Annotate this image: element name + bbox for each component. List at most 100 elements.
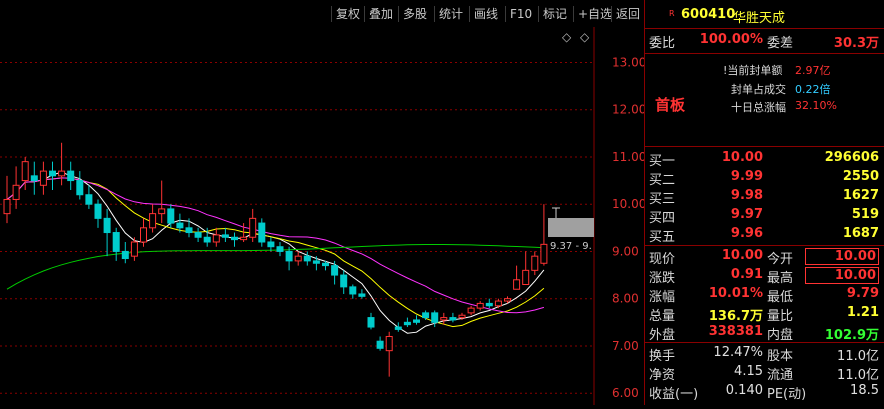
multi-stock-button[interactable]: 多股: [398, 6, 431, 22]
candle-down: [449, 317, 457, 321]
fund-label: 换手: [649, 349, 676, 364]
back-button[interactable]: 返回: [611, 6, 644, 22]
seal-value: 2.97亿: [795, 64, 831, 77]
price-tick-label: 11.00: [612, 150, 644, 164]
bid-label: 买二: [649, 173, 676, 188]
candle-down: [203, 236, 211, 243]
candle-up: [522, 269, 530, 286]
quote-value: 10.00: [721, 248, 763, 263]
quote-label: 外盘: [649, 328, 676, 343]
candle-up: [540, 243, 548, 264]
candle-down: [403, 321, 411, 326]
candle-down: [340, 274, 348, 288]
candle-down: [394, 326, 402, 330]
candle-down: [167, 208, 175, 224]
kline-svg[interactable]: 13.00 12.00 11.00 10.00 9.00 8.00 7.00 6.00 ◇ ◇…: [0, 27, 646, 405]
candle-down: [76, 180, 84, 196]
candle-down: [176, 222, 184, 229]
quote-label: 量比: [767, 309, 794, 324]
bid-volume: 2550: [842, 169, 879, 184]
draw-line-button[interactable]: 画线: [469, 6, 502, 22]
divider: [645, 28, 884, 29]
add-watchlist-button[interactable]: +自选: [573, 6, 616, 22]
quote-value: 10.00: [805, 248, 879, 265]
stats-button[interactable]: 统计: [434, 6, 467, 22]
quote-value: 9.79: [846, 286, 879, 301]
quote-row: 涨幅 10.01% 最低 9.79: [645, 286, 884, 306]
fund-label: PE(动): [767, 387, 807, 402]
candle-up: [3, 198, 11, 215]
stock-code: 600410: [681, 7, 736, 22]
r-mark: R: [669, 9, 675, 18]
candle-up: [249, 217, 257, 238]
candle-up: [513, 279, 521, 290]
fund-value: 0.140: [725, 383, 763, 398]
divider: [645, 146, 884, 147]
price-tick-label: 13.00: [612, 55, 644, 69]
quote-row: 涨跌 0.91 最高 10.00: [645, 267, 884, 287]
kline-chart[interactable]: 13.00 12.00 11.00 10.00 9.00 8.00 7.00 6.00 ◇ ◇…: [0, 27, 646, 405]
diamond-icon[interactable]: ◇: [562, 30, 572, 44]
weibi-value: 100.00%: [699, 32, 763, 47]
quote-label: 最高: [767, 271, 794, 286]
crosshair-price-box: [548, 218, 594, 237]
candle-up: [212, 234, 220, 243]
seal-ratio-label: 封单占成交: [731, 83, 786, 96]
bid-volume: 1687: [842, 226, 879, 241]
diamond-icon-2[interactable]: ◇: [580, 30, 590, 44]
candle-down: [121, 250, 129, 260]
candle-up: [476, 302, 484, 309]
candle-down: [194, 232, 202, 238]
candle-down: [413, 319, 420, 323]
tenday-value: 32.10%: [795, 99, 837, 112]
limit-info: !当前封单额 2.97亿 封单占成交 0.22倍 十日总涨幅 32.10% 首板: [645, 62, 884, 142]
bid-price: 9.99: [730, 169, 763, 184]
fund-value: 4.15: [734, 364, 763, 379]
bid-volume: 519: [851, 207, 879, 222]
candle-down: [358, 293, 366, 297]
bid-volume: 296606: [824, 150, 879, 165]
fuquan-button[interactable]: 复权: [331, 6, 364, 22]
candle-up: [149, 213, 157, 229]
candle-up: [494, 300, 502, 307]
candle-down: [185, 227, 193, 234]
f10-button[interactable]: F10: [505, 6, 536, 22]
quote-label: 总量: [649, 309, 676, 324]
candle-down: [267, 241, 275, 248]
overlay-button[interactable]: 叠加: [364, 6, 397, 22]
mark-button[interactable]: 标记: [538, 6, 571, 22]
divider: [645, 245, 884, 246]
range-label: 9.37 - 9.: [550, 241, 592, 252]
bid-label: 买五: [649, 230, 676, 245]
candle-down: [221, 234, 229, 238]
candle-up: [130, 241, 138, 257]
stock-name: 华胜天成: [733, 11, 786, 26]
candle-down: [67, 170, 75, 182]
fund-value: 11.0亿: [837, 349, 879, 364]
candle-down: [94, 203, 102, 219]
fund-row: 换手 12.47% 股本 11.0亿: [645, 345, 884, 365]
quote-row: 现价 10.00 今开 10.00: [645, 248, 884, 268]
ratio-row: 委比 100.00% 委差 30.3万: [645, 32, 884, 52]
candle-down: [231, 236, 238, 241]
quote-panel: R 600410 华胜天成 委比 100.00% 委差 30.3万 !当前封单额…: [644, 0, 884, 405]
seal-ratio-value: 0.22倍: [795, 83, 831, 96]
candle-down: [285, 250, 293, 262]
candle-up: [158, 208, 166, 215]
quote-row: 总量 136.7万 量比 1.21: [645, 305, 884, 325]
divider: [645, 342, 884, 343]
quote-label: 今开: [767, 252, 794, 267]
bid-price: 9.97: [730, 207, 763, 222]
bid-row: 买一 10.00 296606: [645, 150, 884, 170]
candle-down: [85, 194, 93, 205]
bid-row: 买二 9.99 2550: [645, 169, 884, 189]
candle-down: [485, 302, 493, 307]
price-tick-label: 9.00: [612, 244, 639, 258]
fund-label: 流通: [767, 368, 794, 383]
weibi-label: 委比: [649, 36, 676, 51]
candle-down: [322, 262, 329, 267]
fund-label: 股本: [767, 349, 794, 364]
candle-down: [30, 175, 38, 182]
candle-down: [312, 260, 320, 264]
quote-value: 1.21: [846, 305, 879, 320]
